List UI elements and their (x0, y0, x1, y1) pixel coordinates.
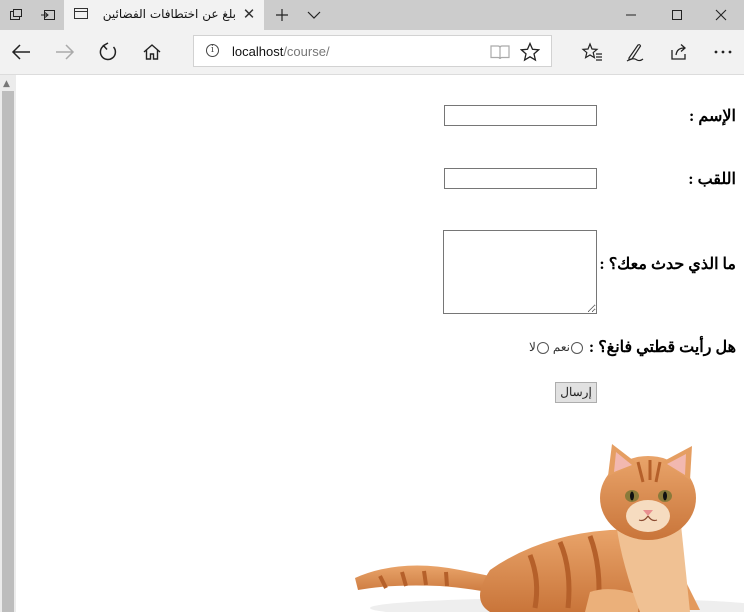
radio-no-label: لا (529, 340, 536, 354)
more-options-icon[interactable] (706, 36, 740, 68)
scroll-up-arrow-icon[interactable]: ▲ (3, 79, 10, 89)
address-bar[interactable]: i localhost/course/ (193, 35, 552, 67)
web-note-pen-icon[interactable] (618, 36, 652, 68)
page-scrollbar[interactable]: ▲ (0, 75, 16, 612)
site-info-icon[interactable]: i (206, 44, 219, 57)
url-text: localhost/course/ (232, 44, 330, 59)
surname-field[interactable] (444, 168, 597, 189)
share-icon[interactable] (662, 36, 696, 68)
kitten-image (355, 444, 744, 612)
what-happened-textarea[interactable] (443, 230, 597, 314)
tab-strip: بلغ عن اختطافات الفضائين ✕ (0, 0, 744, 30)
new-tab-icon[interactable] (266, 0, 298, 30)
page-icon (74, 8, 88, 19)
close-tab-icon[interactable]: ✕ (240, 5, 258, 23)
radio-no[interactable] (536, 341, 549, 354)
radio-yes-label: نعم (552, 340, 570, 354)
scrollbar-thumb[interactable] (2, 91, 14, 612)
refresh-icon[interactable] (91, 36, 125, 68)
minimize-icon[interactable] (608, 0, 654, 30)
radio-yes[interactable] (570, 341, 583, 354)
tab-actions-icon[interactable] (0, 0, 32, 30)
maximize-icon[interactable] (654, 0, 700, 30)
active-tab[interactable]: بلغ عن اختطافات الفضائين ✕ (64, 0, 264, 30)
surname-label: اللقب : (688, 171, 736, 188)
favorites-hub-icon[interactable] (575, 36, 609, 68)
submit-button[interactable]: إرسال (555, 382, 597, 403)
favorite-star-icon[interactable] (519, 41, 541, 66)
back-arrow-icon[interactable] (4, 36, 38, 68)
what-happened-label: ما الذي حدث معك؟ : (599, 256, 736, 273)
forward-arrow-icon[interactable] (48, 36, 82, 68)
set-tabs-aside-icon[interactable] (32, 0, 64, 30)
close-window-icon[interactable] (698, 0, 744, 30)
home-icon[interactable] (135, 36, 169, 68)
reading-view-icon[interactable] (489, 43, 511, 65)
name-field[interactable] (444, 105, 597, 126)
name-label: الإسم : (689, 108, 736, 125)
cat-seen-radio-group: نعم لا (528, 340, 583, 355)
navigation-bar: i localhost/course/ (0, 30, 744, 75)
cat-question-label: هل رأيت قطتي فانغ؟ : (588, 339, 736, 356)
tab-preview-chevron-icon[interactable] (298, 0, 330, 30)
tab-title: بلغ عن اختطافات الفضائين (102, 7, 236, 21)
